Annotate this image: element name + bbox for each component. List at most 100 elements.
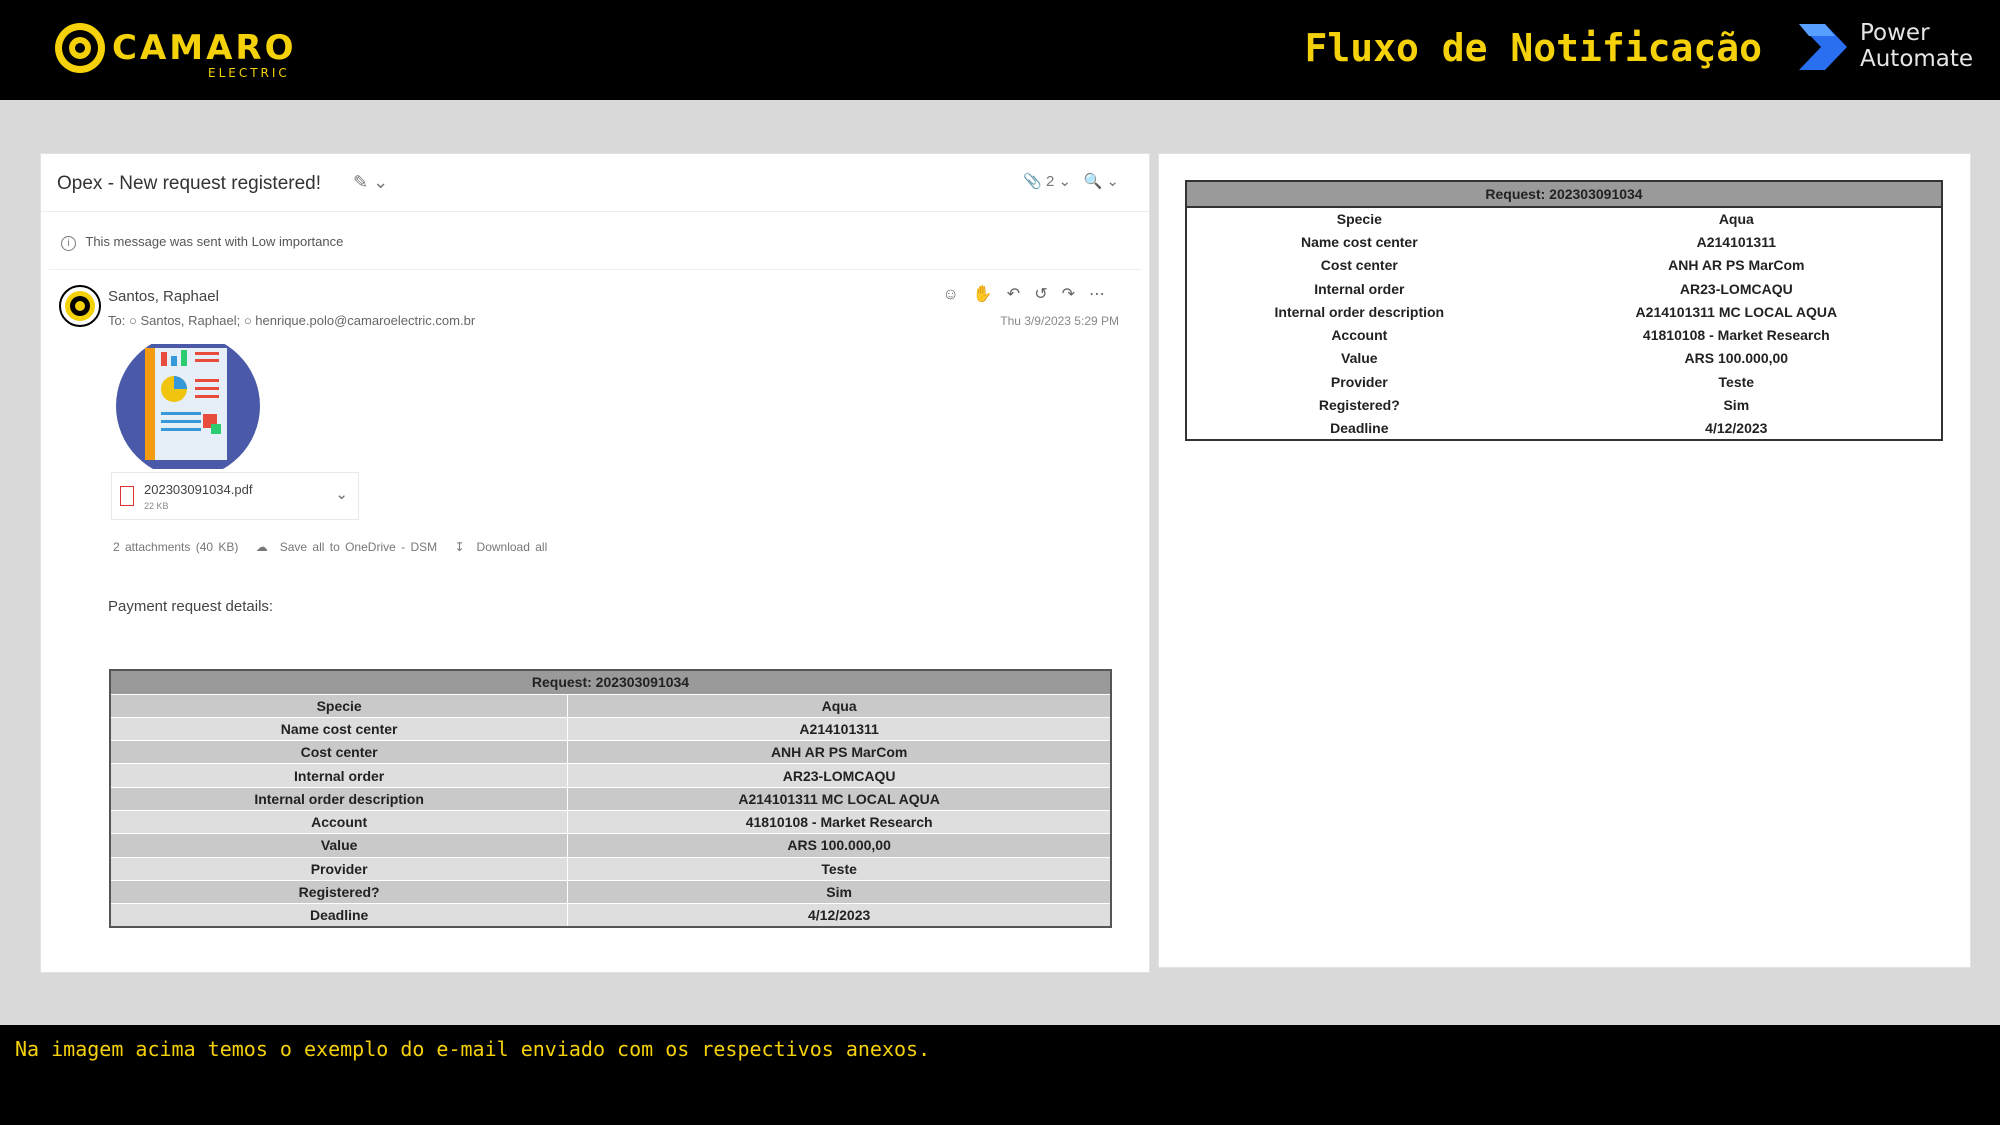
request-title: Request: 202303091034 [110, 670, 1111, 694]
table-row: Internal order AR23-LOMCAQU [109, 763, 1112, 788]
camaro-emblem-icon [65, 291, 95, 321]
power-automate-icon [1799, 24, 1847, 70]
table-row: Internal order description A214101311 MC … [1186, 300, 1942, 324]
field-label: Cost center [109, 740, 569, 765]
message-actions: ☺✋↶↺↷⋯ [943, 284, 1119, 304]
info-icon: i [61, 236, 76, 251]
field-value: A214101311 [1531, 230, 1942, 254]
field-label: Value [1186, 346, 1532, 371]
table-row: Deadline 4/12/2023 [1186, 416, 1942, 440]
field-value: A214101311 [567, 716, 1112, 742]
table-row: Name cost center A214101311 [109, 716, 1112, 742]
field-label: Internal order [109, 763, 569, 788]
cloud-icon: ☁ [255, 540, 268, 554]
request-title: Request: 202303091034 [1186, 181, 1942, 208]
recipient-1[interactable]: Santos, Raphael; [140, 313, 240, 328]
table-row: Registered? Sim [1186, 393, 1942, 417]
field-label: Value [109, 833, 569, 858]
power-automate-line2: Automate [1860, 46, 1974, 72]
recipients: To: ○ Santos, Raphael; ○ henrique.polo@c… [108, 313, 475, 328]
download-all-link[interactable]: Download all [477, 540, 548, 554]
avatar[interactable] [59, 285, 101, 327]
field-label: Cost center [1186, 253, 1532, 277]
table-row: Name cost center A214101311 [1186, 230, 1942, 254]
email-request-table: Request: 202303091034 Specie Aqua Name cos… [109, 669, 1112, 928]
table-row: Value ARS 100.000,00 [1186, 346, 1942, 371]
field-label: Registered? [109, 879, 569, 905]
table-row: Deadline 4/12/2023 [109, 903, 1112, 928]
field-value: Teste [567, 856, 1112, 881]
save-all-link[interactable]: Save all to OneDrive - DSM [280, 540, 437, 554]
field-value: Sim [567, 879, 1112, 905]
attachment-name: 202303091034.pdf [144, 482, 253, 497]
subject-tools[interactable]: 📎 2 ⌄ 🔍 ⌄ [1023, 172, 1119, 190]
table-row: Specie Aqua [109, 693, 1112, 718]
table-row: Provider Teste [1186, 370, 1942, 394]
field-label: Specie [1186, 207, 1532, 231]
attachment-actions: 2 attachments (40 KB) ☁ Save all to OneDr… [113, 540, 559, 554]
table-row: Account 41810108 - Market Research [1186, 323, 1942, 347]
field-value: ARS 100.000,00 [1531, 346, 1942, 371]
field-value: Sim [1531, 393, 1942, 417]
power-automate-label: Power Automate [1860, 20, 1973, 72]
request-detail-table: Request: 202303091034 Specie Aqua Name cos… [1185, 180, 1943, 441]
table-row: Internal order description A214101311 MC … [109, 786, 1112, 811]
payment-details-label: Payment request details: [108, 598, 274, 615]
reply-all-icon[interactable]: ↺ [1034, 286, 1061, 303]
field-value: Teste [1531, 370, 1942, 394]
importance-notice: i This message was sent with Low importa… [61, 234, 343, 251]
status-circle-icon: ○ [243, 313, 252, 328]
attachments-summary: 2 attachments (40 KB) [113, 540, 239, 554]
forward-icon[interactable]: ↷ [1062, 286, 1089, 303]
power-automate-line1: Power [1860, 20, 1930, 46]
email-date: Thu 3/9/2023 5:29 PM [1000, 314, 1119, 328]
importance-text: This message was sent with Low importanc… [85, 234, 344, 249]
logo-wordmark: CAMARO [112, 28, 297, 68]
caption-bar: Na imagem acima temos o exemplo do e-mai… [0, 1025, 2000, 1125]
paperclip-icon: 📎 [1023, 173, 1042, 190]
logo-subtitle: ELECTRIC [208, 66, 290, 80]
camaro-emblem-icon [55, 23, 105, 73]
table-row: Cost center ANH AR PS MarCom [109, 740, 1112, 765]
chevron-down-icon: ⌄ [1106, 173, 1119, 190]
zoom-icon[interactable]: 🔍 [1084, 173, 1103, 190]
emoji-icon[interactable]: ☺ [943, 286, 973, 303]
recipient-2[interactable]: henrique.polo@camaroelectric.com.br [255, 313, 475, 328]
field-label: Name cost center [109, 716, 569, 742]
subject-row: Opex - New request registered! ✎ ⌄ 📎 2 ⌄… [41, 154, 1149, 212]
field-value: Aqua [567, 693, 1112, 718]
download-icon: ↧ [454, 540, 465, 554]
email-preview: Opex - New request registered! ✎ ⌄ 📎 2 ⌄… [40, 153, 1150, 973]
table-row: Account 41810108 - Market Research [109, 809, 1112, 835]
attachment-size: 22 KB [144, 501, 169, 511]
reply-icon[interactable]: ↶ [1007, 286, 1034, 303]
tag-icon[interactable]: ✎ ⌄ [353, 172, 388, 193]
pdf-file-icon [120, 486, 134, 506]
field-label: Deadline [1186, 416, 1532, 440]
top-bar: CAMARO ELECTRIC Fluxo de Notificação Pow… [0, 0, 2000, 100]
table-row: Cost center ANH AR PS MarCom [1186, 253, 1942, 277]
field-label: Specie [109, 693, 569, 718]
attachment-card[interactable]: 202303091034.pdf 22 KB ⌄ [111, 472, 359, 520]
request-detail-panel: Request: 202303091034 Specie Aqua Name cos… [1158, 153, 1971, 968]
chevron-down-icon[interactable]: ⌄ [335, 485, 348, 503]
report-thumbnail[interactable] [111, 344, 266, 469]
like-icon[interactable]: ✋ [973, 286, 1007, 303]
table-row: Value ARS 100.000,00 [109, 833, 1112, 858]
field-label: Deadline [109, 903, 569, 928]
chevron-down-icon: ⌄ [1058, 173, 1072, 190]
field-value: Aqua [1531, 207, 1942, 231]
page-title: Fluxo de Notificação [1304, 26, 1762, 70]
field-label: Name cost center [1186, 230, 1532, 254]
field-value: 4/12/2023 [1531, 416, 1942, 440]
sender-name[interactable]: Santos, Raphael [108, 288, 219, 305]
more-icon[interactable]: ⋯ [1089, 286, 1119, 303]
field-value: ANH AR PS MarCom [567, 740, 1112, 765]
field-label: Account [109, 809, 569, 835]
table-row: Provider Teste [109, 856, 1112, 881]
field-value: ARS 100.000,00 [567, 833, 1112, 858]
field-value: 41810108 - Market Research [1531, 323, 1942, 347]
field-label: Provider [1186, 370, 1532, 394]
table-row: Internal order AR23-LOMCAQU [1186, 276, 1942, 301]
field-label: Account [1186, 323, 1532, 347]
